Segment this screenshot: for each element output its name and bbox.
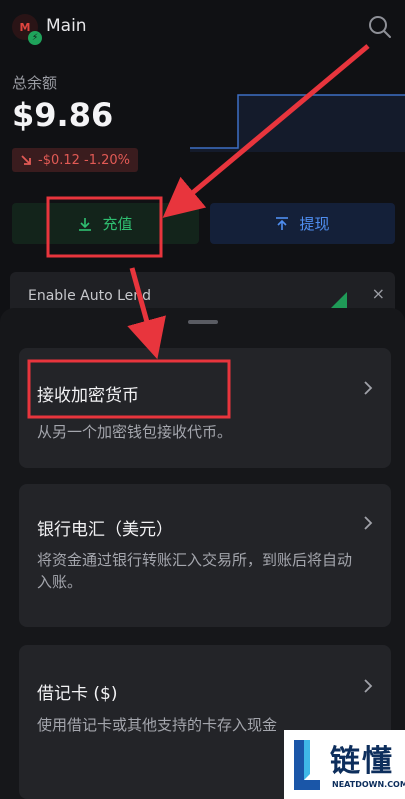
page: M ⚡ Main 总余额 $9.86 -$0.12 -1.20% 充值 提现 E… bbox=[0, 0, 405, 799]
download-icon bbox=[79, 217, 92, 231]
lightning-badge-icon: ⚡ bbox=[28, 31, 42, 45]
promo-text: Enable Auto Lend bbox=[28, 288, 152, 304]
deposit-button[interactable]: 充值 bbox=[12, 203, 199, 244]
balance-sparkline bbox=[190, 94, 405, 152]
avatar-letter: M bbox=[19, 20, 31, 34]
option-description: 将资金通过银行转账汇入交易所，到账后将自动入账。 bbox=[37, 551, 353, 591]
balance-label: 总余额 bbox=[12, 74, 58, 92]
option-bank-wire[interactable]: 银行电汇（美元） 将资金通过银行转账汇入交易所，到账后将自动入账。 bbox=[19, 484, 391, 627]
balance-value: $9.86 bbox=[12, 96, 114, 134]
chevron-right-icon bbox=[364, 679, 373, 693]
watermark-l-icon bbox=[294, 740, 320, 790]
search-icon[interactable] bbox=[367, 14, 393, 40]
option-title: 借记卡 ($) bbox=[37, 684, 118, 704]
upload-icon bbox=[276, 216, 289, 230]
deposit-label: 充值 bbox=[102, 215, 133, 233]
watermark-logo: 链懂 NEATDOWN.COM bbox=[284, 730, 405, 799]
deposit-method-sheet: 接收加密货币 从另一个加密钱包接收代币。 银行电汇（美元） 将资金通过银行转账汇… bbox=[0, 308, 405, 799]
option-description: 从另一个加密钱包接收代币。 bbox=[37, 423, 233, 441]
watermark-cn: 链懂 bbox=[330, 744, 394, 779]
chevron-right-icon bbox=[364, 381, 373, 395]
withdraw-label: 提现 bbox=[299, 215, 330, 233]
arrow-down-right-icon bbox=[21, 155, 31, 165]
header: M ⚡ Main bbox=[0, 0, 405, 56]
change-value: -$0.12 -1.20% bbox=[38, 152, 131, 168]
option-title: 接收加密货币 bbox=[37, 386, 139, 406]
account-name[interactable]: Main bbox=[46, 16, 87, 36]
close-icon[interactable]: × bbox=[372, 284, 385, 303]
withdraw-button[interactable]: 提现 bbox=[210, 203, 395, 244]
change-badge: -$0.12 -1.20% bbox=[12, 148, 139, 172]
option-receive-crypto[interactable]: 接收加密货币 从另一个加密钱包接收代币。 bbox=[19, 348, 391, 468]
option-title: 银行电汇（美元） bbox=[37, 520, 173, 540]
sheet-grabber[interactable] bbox=[188, 320, 218, 324]
watermark-en: NEATDOWN.COM bbox=[332, 780, 405, 789]
chevron-right-icon bbox=[364, 516, 373, 530]
